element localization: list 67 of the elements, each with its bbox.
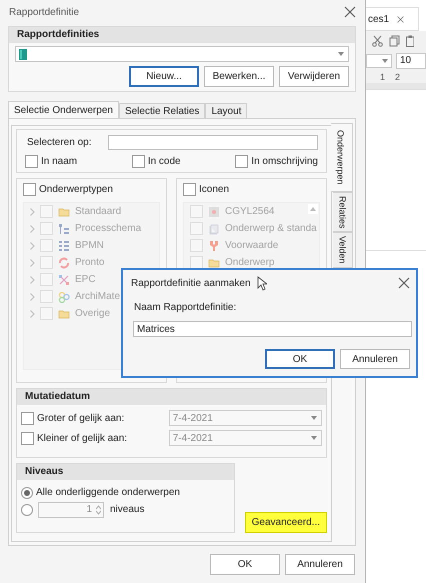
- tab[interactable]: Layout: [205, 103, 248, 118]
- radio-label: Alle onderliggende onderwerpen: [36, 487, 180, 498]
- fork-icon: [208, 240, 220, 252]
- cycle-icon: [58, 256, 70, 268]
- checkbox[interactable]: [21, 432, 34, 444]
- name-field[interactable]: Matrices: [133, 321, 412, 337]
- dialog-button[interactable]: OK: [210, 554, 280, 575]
- advanced-button[interactable]: Geavanceerd...: [244, 512, 327, 533]
- dropdown-arrow-icon[interactable]: [338, 52, 344, 56]
- definition-dropdown[interactable]: [15, 46, 349, 62]
- document-tab[interactable]: ces1: [368, 14, 390, 24]
- side-tab[interactable]: Relaties: [333, 192, 353, 232]
- ruler-number: 1: [380, 72, 386, 82]
- list-icon: [58, 240, 70, 252]
- window-title: Rapportdefinitie: [9, 6, 80, 18]
- dropdown-arrow-icon[interactable]: [382, 59, 388, 63]
- tab[interactable]: Selectie Onderwerpen: [8, 101, 119, 118]
- checkbox-label: Iconen: [199, 184, 230, 195]
- close-icon[interactable]: [344, 6, 356, 18]
- group-heading: Mutatiedatum: [17, 389, 326, 405]
- ruler-number: 2: [395, 72, 400, 82]
- tree-icon: [58, 222, 70, 234]
- dialog-button[interactable]: Annuleren: [285, 554, 355, 575]
- checkbox-label: In naam: [41, 156, 78, 167]
- tab[interactable]: Selectie Relaties: [118, 103, 206, 118]
- dialog-button[interactable]: OK: [265, 349, 335, 369]
- checkbox-label: In omschrijving: [251, 156, 318, 167]
- image-icon: [208, 206, 220, 218]
- checkbox[interactable]: [235, 155, 248, 168]
- checkbox-label: Onderwerptypen: [39, 184, 113, 195]
- circles-icon: [58, 290, 70, 302]
- folder-icon: [58, 206, 70, 218]
- mouse-cursor-icon: [256, 276, 267, 290]
- dialog-button[interactable]: Annuleren: [340, 349, 410, 369]
- side-tab[interactable]: Velden: [333, 232, 353, 268]
- font-dropdown[interactable]: [366, 54, 392, 68]
- checkbox-label: Kleiner of gelijk aan:: [37, 432, 128, 444]
- close-icon[interactable]: [397, 16, 404, 22]
- checkbox[interactable]: [25, 155, 38, 168]
- font-size-field[interactable]: 10: [396, 53, 426, 69]
- folder-icon: [58, 308, 70, 320]
- group-heading: Niveaus: [17, 464, 234, 480]
- dropdown-arrow-icon[interactable]: [311, 416, 317, 420]
- field-label: Selecteren op:: [27, 137, 92, 148]
- side-tab[interactable]: Onderwerpen: [331, 123, 353, 192]
- radio-button[interactable]: [21, 486, 33, 498]
- close-icon[interactable]: [398, 277, 410, 289]
- search-field[interactable]: [108, 135, 318, 150]
- dialog-button[interactable]: Verwijderen: [279, 66, 349, 87]
- clipboard-icon[interactable]: [406, 35, 414, 47]
- dialog-button[interactable]: Bewerken...: [204, 66, 274, 87]
- book-icon: [19, 48, 27, 60]
- checkbox[interactable]: [132, 155, 145, 168]
- scissors-icon[interactable]: [372, 35, 383, 47]
- group-heading: Rapportdefinities: [9, 27, 355, 43]
- dialog-title: Rapportdefinitie aanmaken: [131, 278, 251, 288]
- copy-icon[interactable]: [389, 35, 400, 47]
- checkbox-label: Groter of gelijk aan:: [37, 412, 126, 424]
- network-icon: [58, 274, 70, 286]
- dropdown-arrow-icon[interactable]: [311, 436, 317, 440]
- radio-button[interactable]: [21, 504, 33, 516]
- dialog-button[interactable]: Nieuw...: [129, 66, 199, 87]
- pages-icon: [208, 222, 220, 234]
- checkbox-label: In code: [148, 156, 181, 167]
- unit-label: niveaus: [110, 504, 144, 515]
- checkbox[interactable]: [21, 412, 34, 424]
- field-label: Naam Rapportdefinitie:: [134, 302, 238, 313]
